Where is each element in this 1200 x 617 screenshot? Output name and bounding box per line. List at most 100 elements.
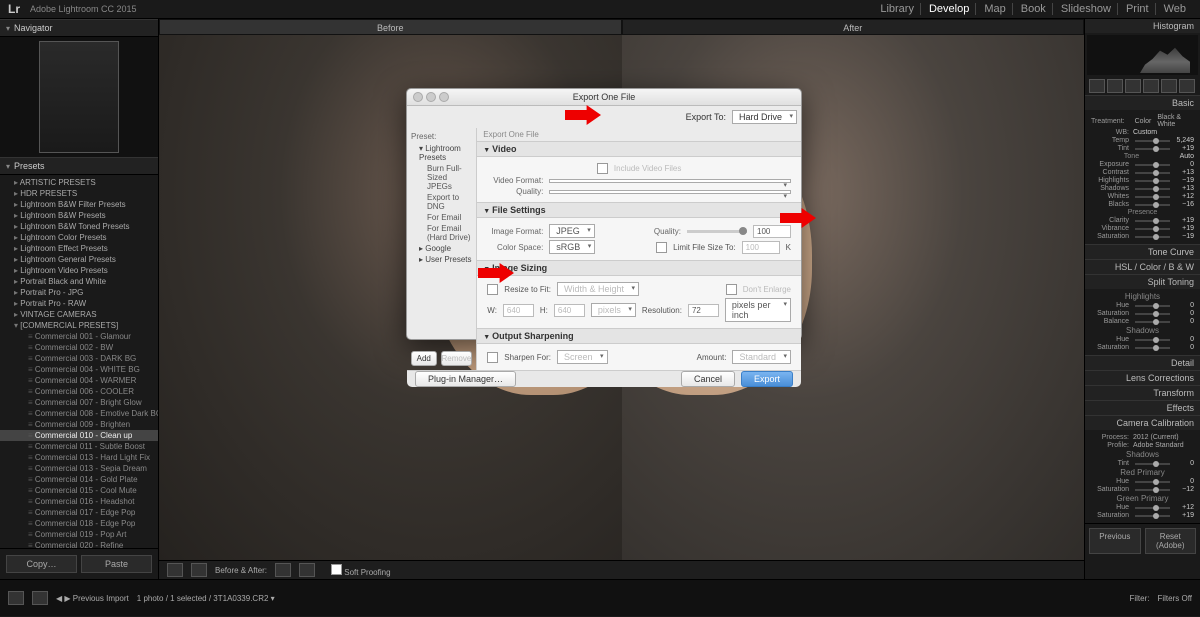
remove-preset-button[interactable]: Remove (441, 351, 473, 366)
preset-item[interactable]: Commercial 016 - Headshot (0, 496, 158, 507)
nav-library[interactable]: Library (874, 3, 921, 15)
tonecurve-header[interactable]: Tone Curve (1085, 245, 1200, 259)
before-tab[interactable]: Before (159, 19, 622, 35)
tree-email[interactable]: For Email (411, 212, 472, 223)
wb-dropdown[interactable]: Custom (1133, 129, 1157, 136)
preset-folder[interactable]: Lightroom Color Presets (0, 232, 158, 243)
preset-item[interactable]: Commercial 010 - Clean up (0, 430, 158, 441)
zoom-icon[interactable] (439, 92, 449, 102)
basic-slider[interactable] (1135, 140, 1170, 142)
resolution-input[interactable]: 72 (688, 304, 719, 317)
nav-web[interactable]: Web (1158, 3, 1192, 15)
file-settings-section[interactable]: File Settings (477, 203, 801, 218)
basic-slider[interactable] (1135, 148, 1170, 150)
redeye-tool-icon[interactable] (1125, 79, 1141, 93)
profile-dropdown[interactable]: Adobe Standard (1133, 442, 1184, 449)
preset-item[interactable]: Commercial 003 - DARK BG (0, 353, 158, 364)
spot-tool-icon[interactable] (1107, 79, 1123, 93)
output-sharpening-section[interactable]: Output Sharpening (477, 329, 801, 344)
detail-header[interactable]: Detail (1085, 356, 1200, 370)
export-to-dropdown[interactable]: Hard Drive (732, 110, 797, 124)
preset-folder[interactable]: ARTISTIC PRESETS (0, 177, 158, 188)
preset-folder[interactable]: Lightroom Effect Presets (0, 243, 158, 254)
nav-print[interactable]: Print (1120, 3, 1156, 15)
basic-header[interactable]: Basic (1085, 96, 1200, 110)
preset-folder[interactable]: Portrait Black and White (0, 276, 158, 287)
cal-green-sat-slider[interactable] (1135, 515, 1170, 517)
treatment-color[interactable]: Color (1135, 118, 1152, 125)
cal-tint-slider[interactable] (1135, 463, 1170, 465)
image-format-dropdown[interactable]: JPEG (549, 224, 595, 238)
resize-dropdown[interactable]: Width & Height (557, 282, 639, 296)
softproof-checkbox[interactable] (331, 564, 342, 575)
breadcrumb[interactable]: ◀ ▶ Previous Import (56, 594, 129, 603)
loupe-icon[interactable] (167, 563, 183, 577)
minimize-icon[interactable] (426, 92, 436, 102)
preset-item[interactable]: Commercial 014 - Gold Plate (0, 474, 158, 485)
basic-slider[interactable] (1135, 204, 1170, 206)
plugin-manager-button[interactable]: Plug-in Manager… (415, 371, 516, 387)
nav-book[interactable]: Book (1015, 3, 1053, 15)
preset-item[interactable]: Commercial 013 - Hard Light Fix (0, 452, 158, 463)
copy-button[interactable]: Copy… (6, 555, 77, 573)
cal-red-hue-slider[interactable] (1135, 481, 1170, 483)
cancel-button[interactable]: Cancel (681, 371, 735, 387)
second-monitor-icon[interactable] (32, 591, 48, 605)
preset-item[interactable]: Commercial 013 - Sepia Dream (0, 463, 158, 474)
basic-slider[interactable] (1135, 236, 1170, 238)
preset-item[interactable]: Commercial 017 - Edge Pop (0, 507, 158, 518)
video-section[interactable]: Video (477, 142, 801, 157)
split-sh-hue-slider[interactable] (1135, 339, 1170, 341)
preset-folder[interactable]: [COMMERCIAL PRESETS] (0, 320, 158, 331)
basic-slider[interactable] (1135, 164, 1170, 166)
previous-button[interactable]: Previous (1089, 528, 1141, 554)
presets-header[interactable]: ▾Presets (0, 157, 158, 175)
split-header[interactable]: Split Toning (1085, 275, 1200, 289)
add-preset-button[interactable]: Add (411, 351, 437, 366)
preset-folder[interactable]: Lightroom B&W Filter Presets (0, 199, 158, 210)
preset-item[interactable]: Commercial 011 - Subtle Boost (0, 441, 158, 452)
preset-item[interactable]: Commercial 019 - Pop Art (0, 529, 158, 540)
quality-input[interactable]: 100 (753, 225, 791, 238)
preset-item[interactable]: Commercial 015 - Cool Mute (0, 485, 158, 496)
preset-item[interactable]: Commercial 006 - COOLER (0, 386, 158, 397)
basic-slider[interactable] (1135, 196, 1170, 198)
tree-emailhd[interactable]: For Email (Hard Drive) (411, 223, 472, 243)
basic-slider[interactable] (1135, 188, 1170, 190)
ba-mode-icon[interactable] (275, 563, 291, 577)
process-dropdown[interactable]: 2012 (Current) (1133, 434, 1179, 441)
preset-folder[interactable]: Portrait Pro - RAW (0, 298, 158, 309)
split-balance-slider[interactable] (1135, 321, 1170, 323)
filters-off[interactable]: Filters Off (1157, 594, 1192, 603)
crop-tool-icon[interactable] (1089, 79, 1105, 93)
basic-slider[interactable] (1135, 228, 1170, 230)
preset-folder[interactable]: Portrait Pro - JPG (0, 287, 158, 298)
lens-header[interactable]: Lens Corrections (1085, 371, 1200, 385)
preset-item[interactable]: Commercial 004 - WARMER (0, 375, 158, 386)
include-video-checkbox[interactable] (597, 163, 608, 174)
photo-count[interactable]: 1 photo / 1 selected / 3T1A0339.CR2 ▾ (137, 594, 275, 603)
preset-folder[interactable]: Lightroom Video Presets (0, 265, 158, 276)
preset-folder[interactable]: HDR PRESETS (0, 188, 158, 199)
brush-tool-icon[interactable] (1179, 79, 1195, 93)
radial-tool-icon[interactable] (1161, 79, 1177, 93)
preset-item[interactable]: Commercial 001 - Glamour (0, 331, 158, 342)
basic-slider[interactable] (1135, 172, 1170, 174)
reset-button[interactable]: Reset (Adobe) (1145, 528, 1197, 554)
nav-map[interactable]: Map (978, 3, 1012, 15)
preset-item[interactable]: Commercial 020 - Refine (0, 540, 158, 548)
color-space-dropdown[interactable]: sRGB (549, 240, 595, 254)
export-button[interactable]: Export (741, 371, 793, 387)
preset-folder[interactable]: VINTAGE CAMERAS (0, 309, 158, 320)
nav-slideshow[interactable]: Slideshow (1055, 3, 1118, 15)
compare-icon[interactable] (191, 563, 207, 577)
tree-lightroom[interactable]: ▾ Lightroom Presets (411, 143, 472, 163)
nav-develop[interactable]: Develop (923, 3, 976, 15)
basic-slider[interactable] (1135, 180, 1170, 182)
res-unit-dropdown[interactable]: pixels per inch (725, 298, 791, 322)
histogram-header[interactable]: Histogram (1085, 19, 1200, 33)
preset-item[interactable]: Commercial 009 - Brighten (0, 419, 158, 430)
preset-item[interactable]: Commercial 007 - Bright Glow (0, 397, 158, 408)
navigator-header[interactable]: ▾Navigator (0, 19, 158, 37)
close-icon[interactable] (413, 92, 423, 102)
